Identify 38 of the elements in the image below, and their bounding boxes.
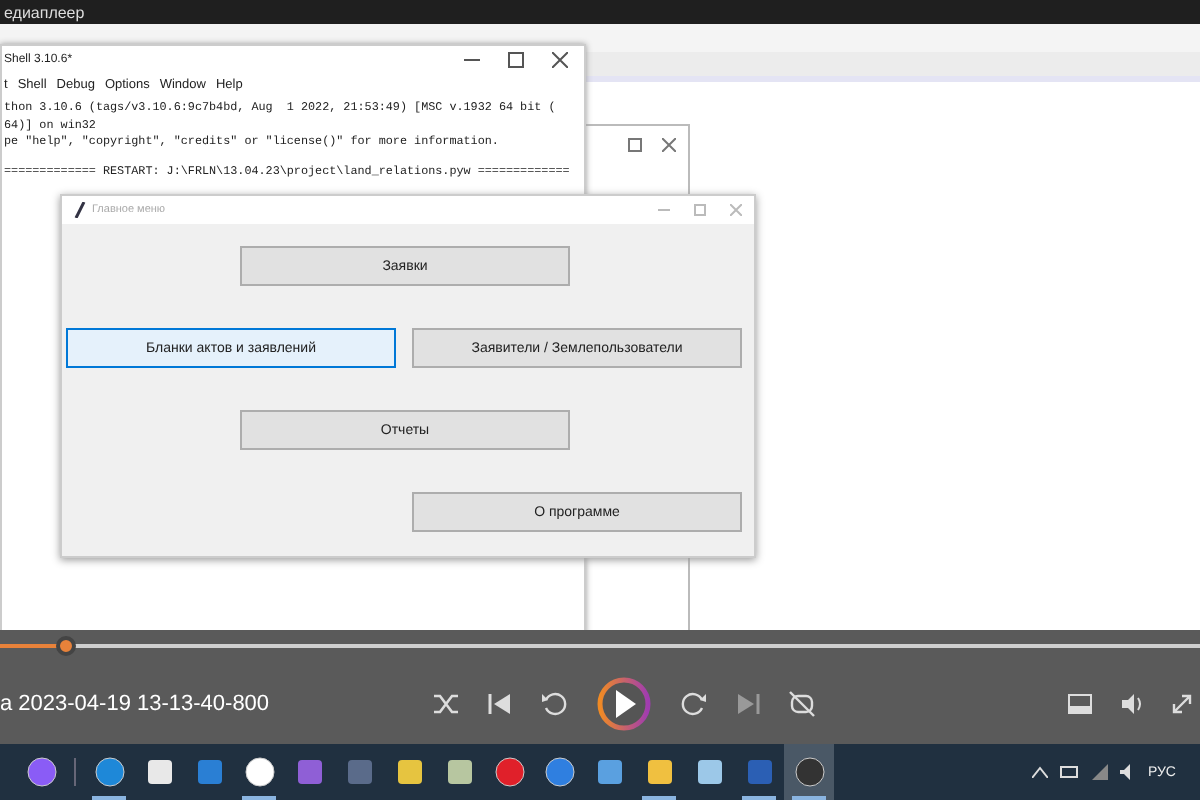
rewind-icon[interactable] — [540, 690, 568, 718]
app-icon — [443, 756, 475, 788]
app-icon — [393, 756, 425, 788]
repeat-off-icon[interactable] — [788, 690, 816, 718]
file-name: а 2023-04-19 13-13-40-800 — [0, 692, 272, 716]
window-title: едиаплеер — [4, 3, 85, 21]
volume-icon[interactable] — [1119, 764, 1136, 780]
close-icon — [662, 138, 676, 152]
shuffle-icon[interactable] — [432, 692, 460, 716]
app-icon — [543, 756, 575, 788]
network-icon[interactable] — [1091, 764, 1108, 780]
previous-icon[interactable] — [488, 692, 512, 716]
chevron-up-icon[interactable] — [1031, 766, 1048, 778]
app-icon — [743, 756, 775, 788]
app-icon — [493, 756, 525, 788]
miniplayer-icon[interactable] — [1068, 694, 1092, 714]
battery-icon[interactable] — [1059, 766, 1080, 778]
volume-icon[interactable] — [1120, 694, 1144, 714]
fullscreen-icon[interactable] — [1172, 694, 1192, 714]
app-icon — [793, 756, 825, 788]
app-icon — [193, 756, 225, 788]
app-icon — [693, 756, 725, 788]
app-icon — [643, 756, 675, 788]
app-icon — [593, 756, 625, 788]
play-icon[interactable] — [596, 676, 652, 732]
app-icon — [93, 756, 125, 788]
app-icon — [343, 756, 375, 788]
close-icon[interactable] — [552, 52, 568, 68]
forward-icon[interactable] — [680, 690, 708, 718]
maximize-icon[interactable] — [508, 52, 524, 68]
next-icon — [736, 692, 760, 716]
seek-thumb[interactable] — [56, 636, 76, 656]
taskbar-button[interactable] — [784, 744, 834, 800]
app-icon — [243, 756, 275, 788]
app-icon — [25, 756, 57, 788]
maximize-icon — [628, 138, 642, 152]
app-icon — [293, 756, 325, 788]
app-icon — [143, 756, 175, 788]
